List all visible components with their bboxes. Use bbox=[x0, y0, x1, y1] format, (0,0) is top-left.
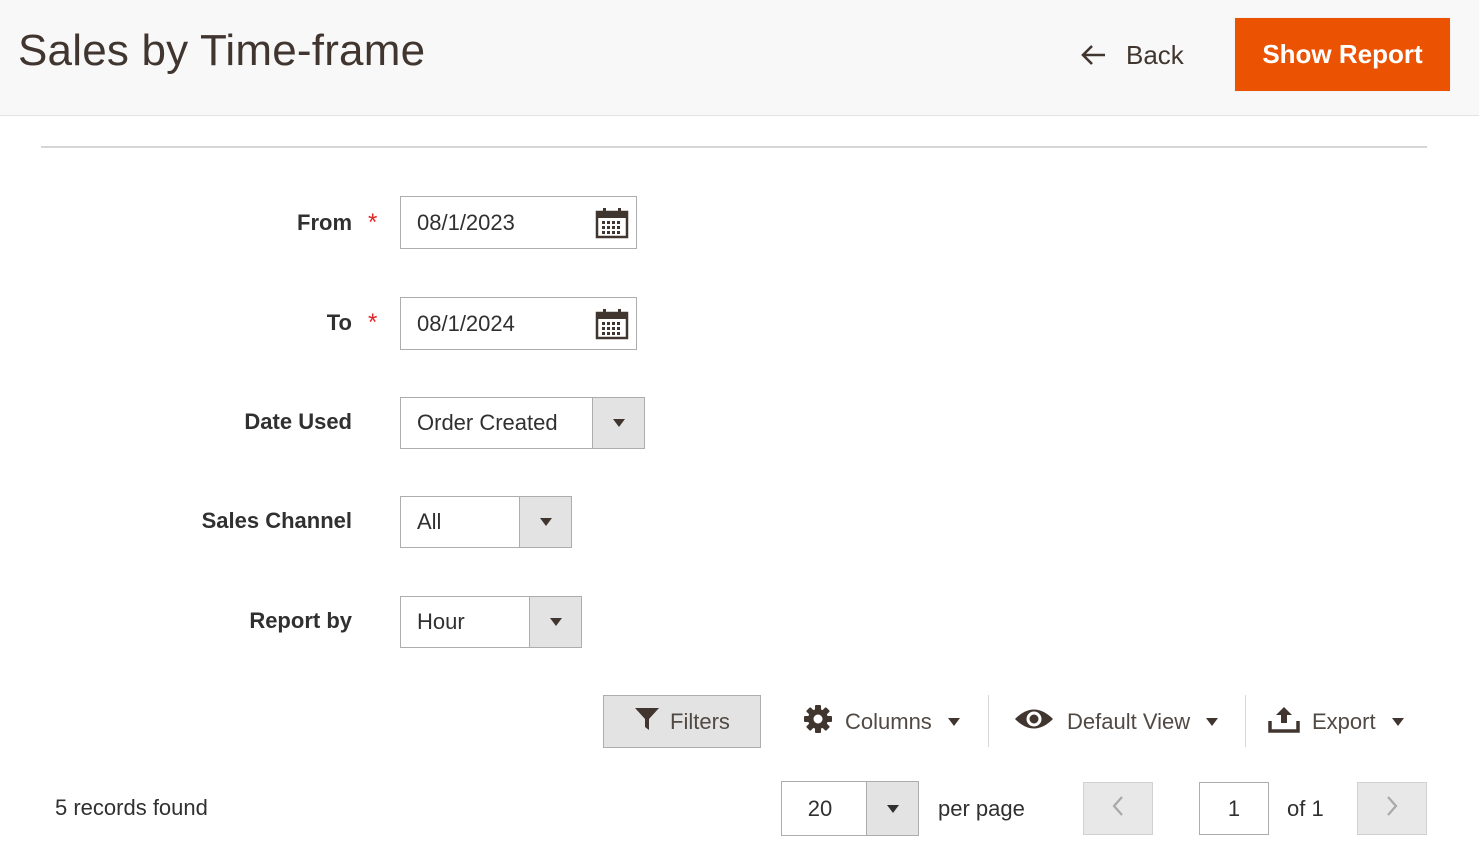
back-button-label: Back bbox=[1126, 39, 1184, 70]
default-view-dropdown[interactable]: Default View bbox=[1013, 697, 1219, 747]
from-date-input[interactable]: 08/1/2023 bbox=[400, 196, 637, 249]
eye-icon bbox=[1013, 706, 1055, 738]
export-label: Export bbox=[1312, 709, 1376, 734]
report-by-value[interactable]: Hour bbox=[401, 597, 529, 647]
to-date-value[interactable]: 08/1/2024 bbox=[401, 311, 588, 337]
filters-label: Filters bbox=[670, 708, 730, 734]
report-by-label: Report by bbox=[249, 608, 352, 633]
arrow-left-icon bbox=[1074, 44, 1114, 66]
previous-page-button[interactable] bbox=[1083, 782, 1153, 835]
default-view-label: Default View bbox=[1067, 709, 1191, 734]
page-header: Sales by Time-frame Back Show Report bbox=[0, 0, 1479, 116]
chevron-down-icon[interactable] bbox=[519, 497, 571, 547]
columns-dropdown[interactable]: Columns bbox=[803, 697, 960, 747]
report-by-select[interactable]: Hour bbox=[400, 596, 582, 648]
calendar-icon[interactable] bbox=[588, 197, 636, 248]
chevron-down-icon bbox=[1206, 718, 1219, 726]
page-total: of 1 bbox=[1287, 796, 1324, 821]
date-used-select[interactable]: Order Created bbox=[400, 397, 645, 449]
records-found: 5 records found bbox=[55, 795, 208, 820]
filter-icon bbox=[634, 707, 660, 737]
back-button[interactable]: Back bbox=[1074, 30, 1204, 80]
section-divider bbox=[41, 146, 1427, 148]
chevron-down-icon[interactable] bbox=[529, 597, 581, 647]
upload-icon bbox=[1268, 705, 1300, 739]
show-report-button[interactable]: Show Report bbox=[1235, 18, 1450, 91]
sales-channel-label: Sales Channel bbox=[201, 508, 352, 533]
chevron-down-icon bbox=[1391, 718, 1404, 726]
calendar-icon[interactable] bbox=[588, 298, 636, 349]
date-used-label: Date Used bbox=[244, 409, 352, 434]
per-page-value[interactable]: 20 bbox=[782, 782, 866, 835]
per-page-label: per page bbox=[938, 796, 1025, 821]
chevron-right-icon bbox=[1385, 795, 1399, 822]
from-date-value[interactable]: 08/1/2023 bbox=[401, 210, 588, 236]
columns-label: Columns bbox=[845, 709, 932, 734]
from-label: From bbox=[297, 210, 352, 235]
sales-channel-select[interactable]: All bbox=[400, 496, 572, 548]
sales-channel-value[interactable]: All bbox=[401, 497, 519, 547]
chevron-down-icon bbox=[947, 718, 960, 726]
filters-button[interactable]: Filters bbox=[603, 695, 761, 748]
page-title: Sales by Time-frame bbox=[18, 26, 426, 75]
chevron-down-icon[interactable] bbox=[866, 782, 918, 835]
toolbar-separator bbox=[988, 695, 989, 747]
chevron-down-icon[interactable] bbox=[592, 398, 644, 448]
to-date-input[interactable]: 08/1/2024 bbox=[400, 297, 637, 350]
gear-icon bbox=[803, 704, 833, 740]
required-star: * bbox=[368, 209, 378, 236]
chevron-left-icon bbox=[1111, 795, 1125, 822]
required-star: * bbox=[368, 309, 378, 336]
per-page-select[interactable]: 20 bbox=[781, 781, 919, 836]
date-used-value[interactable]: Order Created bbox=[401, 398, 592, 448]
page-number-input[interactable]: 1 bbox=[1199, 782, 1269, 835]
to-label: To bbox=[326, 310, 352, 335]
export-dropdown[interactable]: Export bbox=[1268, 697, 1404, 747]
next-page-button[interactable] bbox=[1357, 782, 1427, 835]
toolbar-separator bbox=[1245, 695, 1246, 747]
